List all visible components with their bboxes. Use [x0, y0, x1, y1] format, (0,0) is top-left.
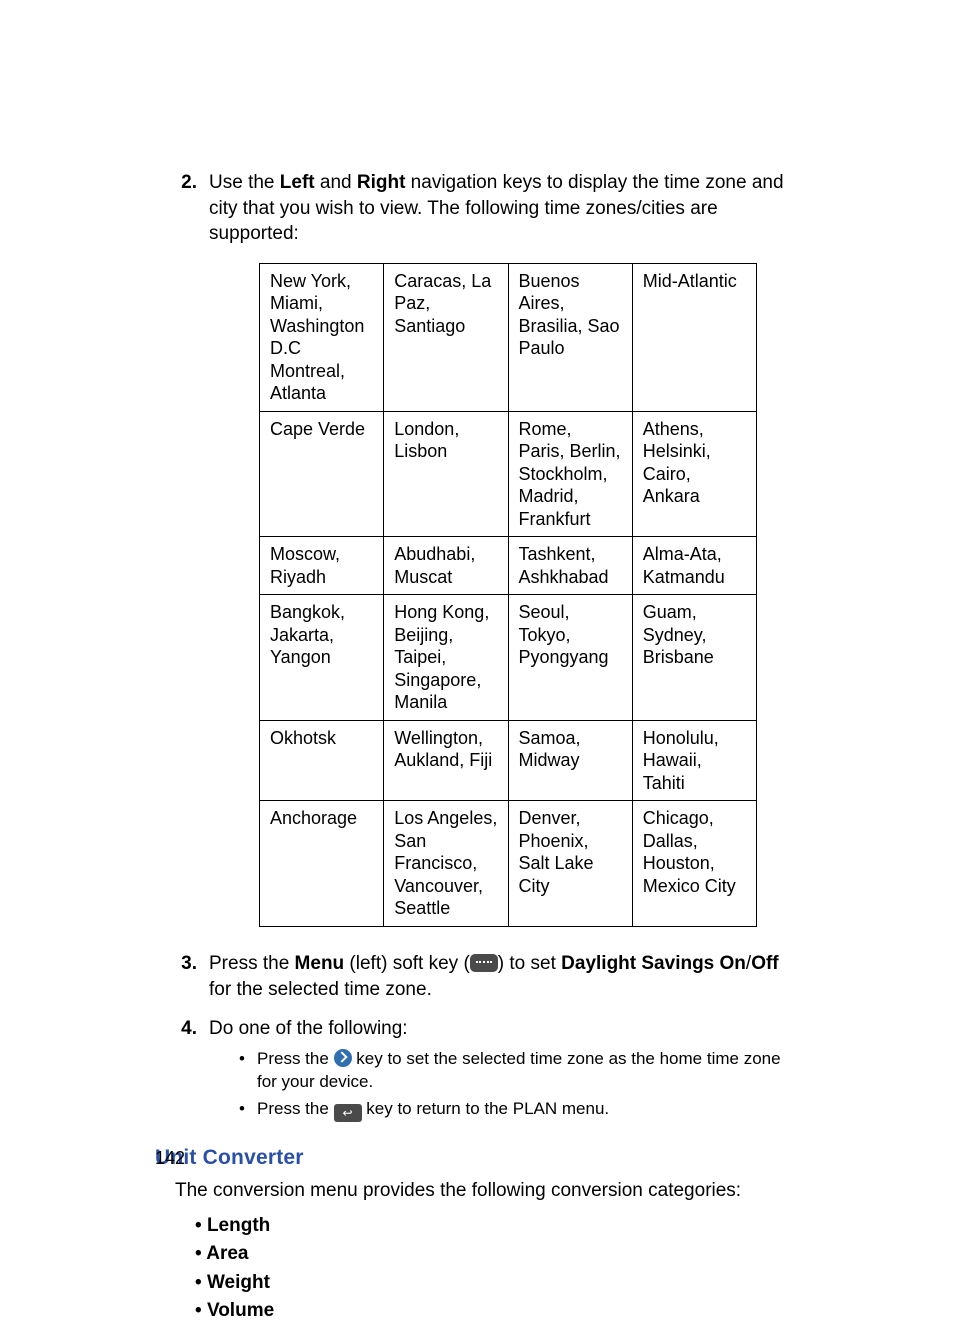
text: ) to set: [498, 953, 561, 974]
sub-bullet: • Press the ↩ key to return to the PLAN …: [239, 1098, 799, 1122]
list-item-label: Area: [206, 1243, 248, 1264]
list-item: • Weight: [195, 1269, 799, 1298]
table-row: Bangkok, Jakarta, Yangon Hong Kong, Beij…: [260, 595, 757, 721]
table-cell: Bangkok, Jakarta, Yangon: [260, 595, 384, 721]
table-cell: London, Lisbon: [384, 411, 508, 537]
sub-bullet-body: Press the ↩ key to return to the PLAN me…: [257, 1098, 799, 1122]
table-row: Anchorage Los Angeles, San Francisco, Va…: [260, 801, 757, 927]
step-number: 2.: [155, 170, 209, 247]
list-item: • Length: [195, 1212, 799, 1241]
table-cell: Tashkent, Ashkhabad: [508, 537, 632, 595]
table-row: Cape Verde London, Lisbon Rome, Paris, B…: [260, 411, 757, 537]
table-cell: Guam, Sydney, Brisbane: [632, 595, 756, 721]
bullet-dot: •: [195, 1272, 207, 1293]
table-cell: Hong Kong, Beijing, Taipei, Singapore, M…: [384, 595, 508, 721]
table-cell: Los Angeles, San Francisco, Vancouver, S…: [384, 801, 508, 927]
bullet-dot: •: [195, 1300, 207, 1321]
section-heading: Unit Converter: [155, 1144, 799, 1172]
page: 2. Use the Left and Right navigation key…: [0, 0, 954, 1319]
table-cell: Okhotsk: [260, 720, 384, 801]
table-cell: Anchorage: [260, 801, 384, 927]
content: 2. Use the Left and Right navigation key…: [155, 170, 799, 1326]
text: Do one of the following:: [209, 1018, 408, 1039]
text: Press the: [257, 1099, 334, 1118]
section-intro: The conversion menu provides the followi…: [175, 1178, 799, 1204]
bullet-dot: •: [195, 1243, 206, 1264]
step-4: 4. Do one of the following: • Press the …: [155, 1016, 799, 1126]
step-body: Do one of the following: • Press the key…: [209, 1016, 799, 1126]
table-row: Okhotsk Wellington, Aukland, Fiji Samoa,…: [260, 720, 757, 801]
text: and: [315, 172, 357, 193]
key-left: Left: [280, 172, 315, 193]
table-cell: Cape Verde: [260, 411, 384, 537]
table-row: New York, Miami, Washington D.C Montreal…: [260, 263, 757, 411]
list-item-label: Volume: [207, 1300, 274, 1321]
table-cell: Denver, Phoenix, Salt Lake City: [508, 801, 632, 927]
step-body: Use the Left and Right navigation keys t…: [209, 170, 799, 247]
text: (left) soft key (: [344, 953, 470, 974]
table-row: Moscow, Riyadh Abudhabi, Muscat Tashkent…: [260, 537, 757, 595]
table-cell: Wellington, Aukland, Fiji: [384, 720, 508, 801]
table-cell: Seoul, Tokyo, Pyongyang: [508, 595, 632, 721]
page-number: 142: [155, 1148, 185, 1169]
sub-bullets: • Press the key to set the selected time…: [239, 1048, 799, 1122]
step-body: Press the Menu (left) soft key ( ) to set…: [209, 951, 799, 1002]
dst-on-label: Daylight Savings On: [561, 953, 746, 974]
table-cell: Rome, Paris, Berlin, Stockholm, Madrid, …: [508, 411, 632, 537]
bullet-dot: •: [239, 1098, 257, 1122]
ok-key-icon: [334, 1049, 352, 1067]
text: Press the: [209, 953, 295, 974]
softkey-icon: [470, 954, 498, 972]
table-cell: Honolulu, Hawaii, Tahiti: [632, 720, 756, 801]
table-cell: Abudhabi, Muscat: [384, 537, 508, 595]
table-cell: Moscow, Riyadh: [260, 537, 384, 595]
sub-bullet-body: Press the key to set the selected time z…: [257, 1048, 799, 1094]
step-2: 2. Use the Left and Right navigation key…: [155, 170, 799, 247]
key-right: Right: [357, 172, 406, 193]
step-number: 3.: [155, 951, 209, 1002]
menu-label: Menu: [295, 953, 345, 974]
list-item-label: Weight: [207, 1272, 270, 1293]
bullet-dot: •: [195, 1215, 207, 1236]
list-item-label: Length: [207, 1215, 270, 1236]
table-cell: New York, Miami, Washington D.C Montreal…: [260, 263, 384, 411]
table-cell: Athens, Helsinki, Cairo, Ankara: [632, 411, 756, 537]
list-item: • Area: [195, 1240, 799, 1269]
table-cell: Samoa, Midway: [508, 720, 632, 801]
table-cell: Chicago, Dallas, Houston, Mexico City: [632, 801, 756, 927]
dst-off-label: Off: [751, 953, 778, 974]
bullet-dot: •: [239, 1048, 257, 1094]
text: Press the: [257, 1049, 334, 1068]
text: key to return to the PLAN menu.: [362, 1099, 610, 1118]
table-cell: Alma-Ata, Katmandu: [632, 537, 756, 595]
table-cell: Caracas, La Paz, Santiago: [384, 263, 508, 411]
step-number: 4.: [155, 1016, 209, 1126]
bullet-list: • Length • Area • Weight • Volume: [195, 1212, 799, 1326]
list-item: • Volume: [195, 1297, 799, 1326]
step-3: 3. Press the Menu (left) soft key ( ) to …: [155, 951, 799, 1002]
table-cell: Mid-Atlantic: [632, 263, 756, 411]
text: for the selected time zone.: [209, 979, 432, 1000]
timezone-table: New York, Miami, Washington D.C Montreal…: [259, 263, 757, 927]
return-key-icon: ↩: [334, 1104, 362, 1122]
table-cell: Buenos Aires, Brasilia, Sao Paulo: [508, 263, 632, 411]
text: Use the: [209, 172, 280, 193]
sub-bullet: • Press the key to set the selected time…: [239, 1048, 799, 1094]
